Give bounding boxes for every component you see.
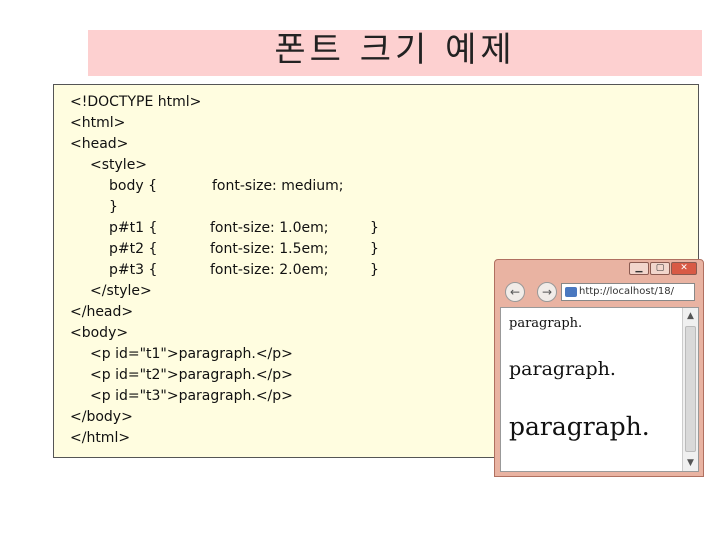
code-line: body { (109, 178, 157, 194)
code-line: <p id="t1">paragraph.</p> (90, 346, 293, 362)
scroll-up-icon[interactable]: ▲ (683, 308, 698, 324)
code-line: </body> (70, 409, 133, 425)
slide-title-bar: 폰트 크기 예제 (88, 30, 702, 76)
scroll-down-icon[interactable]: ▼ (683, 455, 698, 471)
page-icon (565, 287, 577, 297)
paragraph-t3: paragraph. (509, 412, 650, 441)
code-line: <p id="t2">paragraph.</p> (90, 367, 293, 383)
code-line: } (370, 241, 379, 257)
code-line: } (109, 199, 118, 215)
code-line: <head> (70, 136, 129, 152)
code-line: <body> (70, 325, 129, 341)
paragraph-t2: paragraph. (509, 358, 616, 380)
maximize-icon[interactable]: ▢ (650, 262, 670, 275)
code-line: <html> (70, 115, 126, 131)
code-line: <!DOCTYPE html> (70, 94, 202, 110)
vertical-scrollbar[interactable]: ▲ ▼ (682, 308, 698, 471)
code-line: } (370, 220, 379, 236)
code-line: </html> (70, 430, 131, 446)
minimize-icon[interactable]: ▁ (629, 262, 649, 275)
address-bar[interactable]: http://localhost/18/ (561, 283, 695, 301)
code-line: font-size: medium; (212, 178, 344, 194)
code-line: </style> (90, 283, 152, 299)
back-arrow-icon[interactable]: ← (505, 282, 525, 302)
code-line: font-size: 1.0em; (210, 220, 329, 236)
code-line: </head> (70, 304, 134, 320)
code-line: p#t1 { (109, 220, 158, 236)
code-line: } (370, 262, 379, 278)
paragraph-t1: paragraph. (509, 316, 583, 331)
browser-viewport: paragraph. paragraph. paragraph. ▲ ▼ (500, 307, 699, 472)
slide-title: 폰트 크기 예제 (274, 30, 516, 70)
code-line: font-size: 2.0em; (210, 262, 329, 278)
code-line: p#t2 { (109, 241, 158, 257)
address-text: http://localhost/18/ (579, 286, 674, 297)
code-line: <style> (90, 157, 148, 173)
code-line: <p id="t3">paragraph.</p> (90, 388, 293, 404)
scroll-thumb[interactable] (685, 326, 696, 452)
forward-arrow-icon[interactable]: → (537, 282, 557, 302)
window-controls: ▁ ▢ ✕ (629, 262, 697, 276)
code-line: p#t3 { (109, 262, 158, 278)
code-line: font-size: 1.5em; (210, 241, 329, 257)
close-icon[interactable]: ✕ (671, 262, 697, 275)
browser-window: ▁ ▢ ✕ ← → http://localhost/18/ paragraph… (494, 259, 704, 477)
